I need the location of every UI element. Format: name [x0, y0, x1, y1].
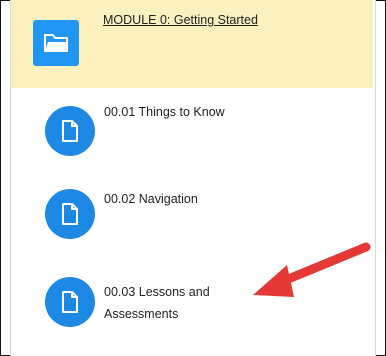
annotation-arrow [253, 242, 371, 297]
